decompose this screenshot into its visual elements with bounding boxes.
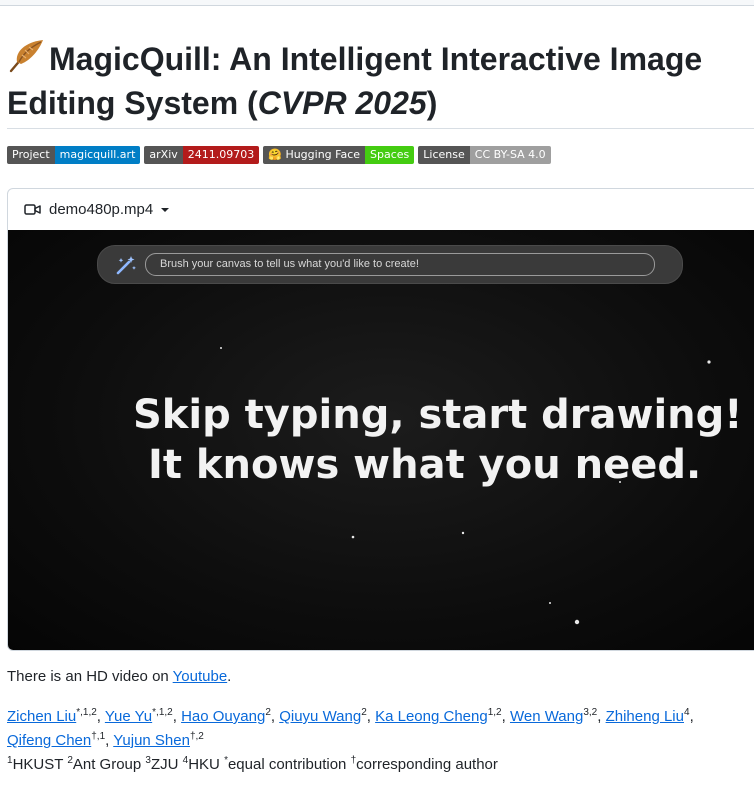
- affiliation: equal contribution: [227, 756, 347, 773]
- top-border: [0, 0, 754, 6]
- video-camera-icon: [24, 204, 41, 215]
- author-link[interactable]: Zhiheng Liu: [606, 708, 684, 725]
- author-affiliation: †,2: [189, 731, 204, 742]
- affiliation: corresponding author: [356, 756, 498, 773]
- affiliation: HKU: [188, 756, 220, 773]
- author-link[interactable]: Yue Yu: [105, 708, 152, 725]
- page-title: MagicQuill: An Intelligent Interactive I…: [7, 38, 747, 123]
- video-file-selector[interactable]: demo480p.mp4: [8, 189, 754, 230]
- project-badge[interactable]: Project magicquill.art: [7, 146, 141, 164]
- author-link[interactable]: Qiuyu Wang: [279, 708, 361, 725]
- badge-value: CC BY-SA 4.0: [469, 146, 551, 164]
- author-affiliation: 3,2: [583, 707, 598, 718]
- author-link[interactable]: Hao Ouyang: [181, 708, 265, 725]
- author-link[interactable]: Ka Leong Cheng: [375, 708, 488, 725]
- author-link[interactable]: Wen Wang: [510, 708, 583, 725]
- affiliation: ZJU: [150, 756, 179, 773]
- video-frame[interactable]: Brush your canvas to tell us what you'd …: [8, 230, 754, 650]
- affiliation: Ant Group: [72, 756, 142, 773]
- chevron-down-icon: [161, 207, 170, 212]
- badge-label: arXiv: [144, 146, 183, 164]
- huggingface-badge[interactable]: 🤗 Hugging Face Spaces: [263, 146, 415, 164]
- handwriting-overlay: Skip typing, start drawing! It knows wha…: [133, 347, 743, 625]
- badge-label: License: [418, 146, 470, 164]
- badge-label: 🤗 Hugging Face: [263, 146, 366, 164]
- author-link[interactable]: Yujun Shen: [113, 732, 190, 749]
- author-affiliation: 2: [265, 707, 271, 718]
- author-link[interactable]: Zichen Liu: [7, 708, 76, 725]
- youtube-link[interactable]: Youtube: [173, 668, 228, 685]
- title-divider: [7, 128, 754, 129]
- badge-value: Spaces: [365, 146, 415, 164]
- handwriting-line-1: Skip typing, start drawing!: [133, 392, 743, 438]
- author-line-2: Qifeng Chen†,1, Yujun Shen†,2: [7, 731, 204, 750]
- sparkle: [461, 531, 465, 535]
- badge-value: 2411.09703: [182, 146, 260, 164]
- sparkle: [220, 347, 222, 349]
- hd-note-end: .: [227, 668, 232, 685]
- author-affiliation: *,1,2: [152, 707, 173, 718]
- license-badge[interactable]: License CC BY-SA 4.0: [418, 146, 551, 164]
- author-affiliation: 4: [684, 707, 690, 718]
- author-affiliation: 1,2: [487, 707, 502, 718]
- sparkle: [574, 619, 580, 625]
- affiliation: HKUST: [12, 756, 64, 773]
- video-player: demo480p.mp4 Brush your canvas to tell u…: [7, 188, 754, 651]
- sparkle: [549, 602, 551, 604]
- author-affiliation: 2: [361, 707, 367, 718]
- hd-video-note: There is an HD video on Youtube.: [7, 665, 231, 689]
- badge-row: Project magicquill.art arXiv 2411.09703 🤗 …: [7, 146, 551, 164]
- title-venue: CVPR 2025: [257, 85, 427, 121]
- sparkle: [351, 535, 355, 539]
- title-close: ): [426, 85, 438, 121]
- handwriting-line-2: It knows what you need.: [148, 442, 701, 488]
- sparkle: [619, 481, 621, 483]
- author-affiliation: †,1: [91, 731, 106, 742]
- video-filename: demo480p.mp4: [49, 201, 154, 218]
- author-line-1: Zichen Liu*,1,2, Yue Yu*,1,2, Hao Ouyang…: [7, 707, 694, 726]
- sparkle: [707, 360, 711, 364]
- hd-note-text: There is an HD video on: [7, 668, 173, 685]
- author-link[interactable]: Qifeng Chen: [7, 732, 91, 749]
- author-affiliation: *,1,2: [76, 707, 97, 718]
- arxiv-badge[interactable]: arXiv 2411.09703: [144, 146, 260, 164]
- badge-label: Project: [7, 146, 55, 164]
- feather-icon: [7, 38, 49, 83]
- affiliations-line: 1HKUST 2Ant Group 3ZJU 4HKU *equal contr…: [7, 753, 498, 777]
- badge-value: magicquill.art: [54, 146, 141, 164]
